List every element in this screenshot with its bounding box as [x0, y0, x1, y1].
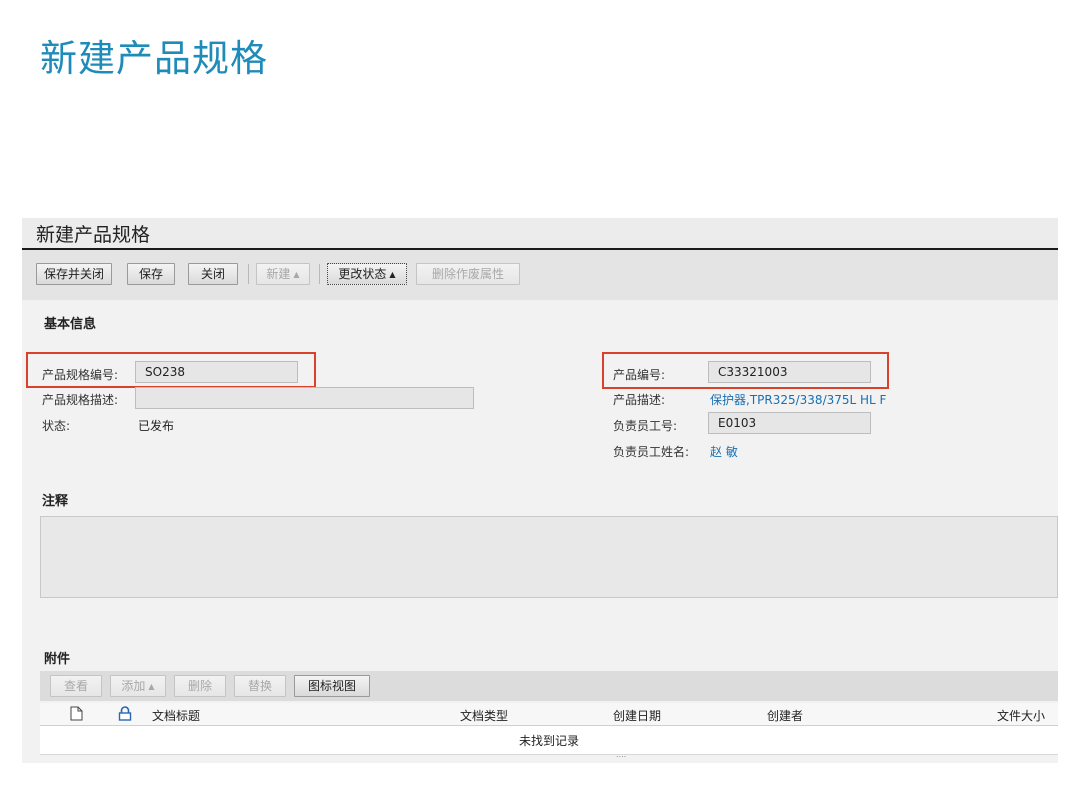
column-file-size[interactable]: 文件大小	[997, 707, 1045, 724]
lock-icon[interactable]	[118, 706, 132, 721]
add-button-label: 添加	[121, 679, 146, 693]
app-window: 新建产品规格 保存并关闭 保存 关闭 新建 ▲ 更改状态 ▲ 删除作废属性 基本信息…	[22, 218, 1058, 763]
delete-button[interactable]: 删除	[174, 675, 226, 697]
delete-obsolete-attributes-button[interactable]: 删除作废属性	[416, 263, 520, 285]
status-value: 已发布	[138, 419, 175, 433]
close-button[interactable]: 关闭	[188, 263, 238, 285]
column-created-date[interactable]: 创建日期	[613, 707, 661, 724]
owner-name-label: 负责员工姓名:	[613, 445, 690, 459]
save-button[interactable]: 保存	[127, 263, 175, 285]
spec-desc-label: 产品规格描述:	[42, 393, 119, 407]
owner-name-link[interactable]: 赵 敏	[710, 443, 738, 460]
notes-title: 注释	[42, 494, 69, 509]
column-creator[interactable]: 创建者	[767, 707, 803, 724]
column-doc-type[interactable]: 文档类型	[460, 707, 508, 724]
owner-id-field[interactable]: E0103	[708, 412, 871, 434]
document-icon[interactable]	[70, 706, 83, 721]
change-status-button[interactable]: 更改状态 ▲	[327, 263, 407, 285]
attachments-title: 附件	[44, 652, 71, 667]
product-no-highlight	[602, 352, 889, 389]
spec-desc-field[interactable]	[135, 387, 474, 409]
change-status-label: 更改状态	[338, 267, 387, 281]
toolbar-separator	[248, 264, 249, 284]
slide-title: 新建产品规格	[40, 37, 268, 80]
caret-icon: ▲	[293, 269, 300, 279]
toolbar-separator	[319, 264, 320, 284]
attachments-table-body: 未找到记录 ....	[40, 726, 1058, 759]
column-doc-title[interactable]: 文档标题	[152, 707, 200, 724]
new-button-label: 新建	[266, 267, 291, 281]
attachments-toolbar: 查看 添加 ▲ 删除 替换 图标视图	[40, 671, 1058, 701]
notes-textarea[interactable]	[40, 516, 1058, 598]
caret-icon: ▲	[389, 269, 396, 279]
product-desc-link[interactable]: 保护器,TPR325/338/375L HL F	[710, 391, 886, 408]
icon-view-button[interactable]: 图标视图	[294, 675, 370, 697]
save-and-close-button[interactable]: 保存并关闭	[36, 263, 112, 285]
add-button[interactable]: 添加 ▲	[110, 675, 166, 697]
replace-button[interactable]: 替换	[234, 675, 286, 697]
window-header: 新建产品规格	[22, 218, 1058, 250]
attachments-table-header: 文档标题 文档类型 创建日期 创建者 文件大小	[40, 703, 1058, 726]
new-button[interactable]: 新建 ▲	[256, 263, 310, 285]
product-desc-label: 产品描述:	[613, 393, 666, 407]
spec-no-highlight	[26, 352, 316, 388]
empty-message: 未找到记录	[518, 734, 579, 748]
caret-icon: ▲	[148, 681, 155, 691]
scroll-indicator: ....	[616, 750, 627, 759]
window-title: 新建产品规格	[36, 224, 151, 246]
basic-info-title: 基本信息	[44, 317, 97, 332]
view-button[interactable]: 查看	[50, 675, 102, 697]
status-label: 状态:	[42, 419, 71, 433]
owner-id-label: 负责员工号:	[613, 419, 678, 433]
main-toolbar: 保存并关闭 保存 关闭 新建 ▲ 更改状态 ▲ 删除作废属性	[22, 250, 1058, 300]
